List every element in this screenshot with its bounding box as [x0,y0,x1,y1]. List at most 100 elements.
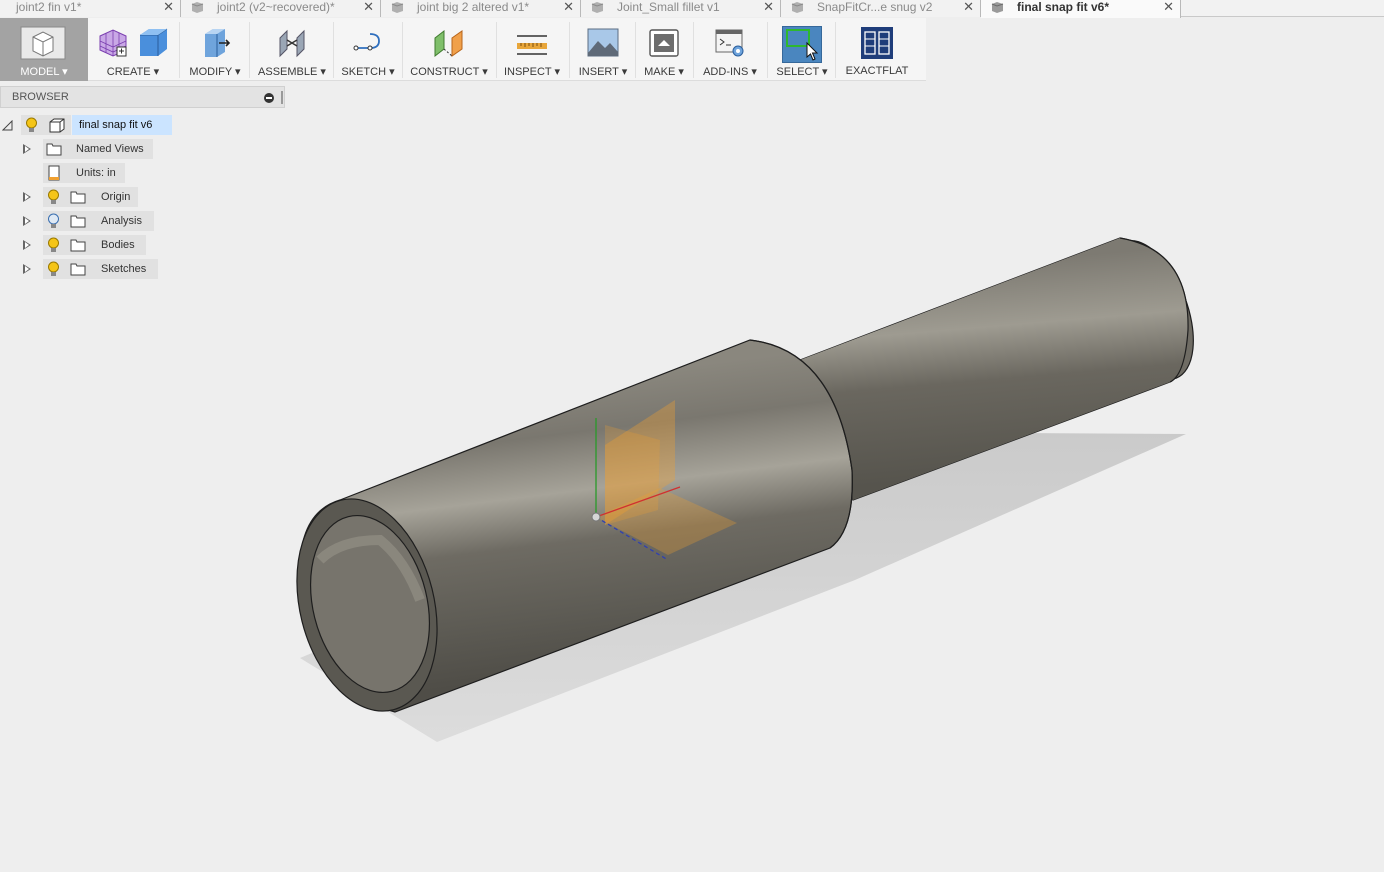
separator [635,22,636,78]
lightbulb-icon[interactable] [47,261,60,277]
folder-icon [70,191,86,204]
inspect-label: INSPECT ▾ [503,66,561,78]
expand-icon[interactable] [23,264,31,274]
assemble-menu[interactable]: ASSEMBLE ▾ [253,18,331,80]
tab-document-icon [191,2,204,13]
offset-plane-icon [434,29,463,58]
expand-icon[interactable] [23,192,31,202]
exactflat-label: EXACTFLAT [845,65,909,77]
separator [249,22,250,78]
construct-label: CONSTRUCT ▾ [410,66,488,78]
construct-menu[interactable]: CONSTRUCT ▾ [406,18,492,80]
separator [569,22,570,78]
lightbulb-icon[interactable] [25,117,38,133]
joint-icon [279,29,305,58]
tab-close-icon[interactable]: ✕ [963,0,974,13]
expand-icon[interactable] [23,144,31,154]
add-ins-menu[interactable]: ADD-INS ▾ [697,18,763,80]
press-pull-icon [205,29,231,57]
scripts-icon [715,29,744,57]
viewport-canvas[interactable] [0,82,1384,872]
tab-joint2-recovered[interactable]: joint2 (v2~recovered)* ✕ [181,0,381,17]
component-icon [49,118,65,133]
folder-icon [70,239,86,252]
lightbulb-icon[interactable] [47,189,60,205]
measure-icon [517,35,547,55]
exactflat-icon [861,27,893,59]
tab-label: Joint_Small fillet v1 [617,0,720,14]
folder-icon [46,143,62,156]
tab-joint2-fin[interactable]: joint2 fin v1* ✕ [0,0,181,17]
select-menu[interactable]: SELECT ▾ [771,18,833,80]
document-tab-bar: joint2 fin v1* ✕ joint2 (v2~recovered)* … [0,0,1384,18]
insert-menu[interactable]: INSERT ▾ [573,18,633,80]
panel-grip-handle[interactable] [281,91,283,104]
folder-icon [70,263,86,276]
browser-header: BROWSER [0,86,285,108]
browser-item-named-views[interactable]: Named Views [0,139,160,159]
insert-label: INSERT ▾ [578,66,628,78]
inspect-menu[interactable]: INSPECT ▾ [500,18,564,80]
model-label: MODEL ▾ [20,66,68,78]
lightbulb-icon[interactable] [47,213,60,229]
tab-close-icon[interactable]: ✕ [563,0,574,13]
exactflat-button[interactable]: EXACTFLAT [840,18,914,80]
make-label: MAKE ▾ [644,66,684,78]
sketch-label: SKETCH ▾ [341,66,395,78]
browser-root-node[interactable]: final snap fit v6 [0,115,180,135]
tab-label: joint2 (v2~recovered)* [217,0,335,14]
browser-item-origin[interactable]: Origin [0,187,145,207]
browser-item-units[interactable]: Units: in [0,163,130,183]
item-label: Named Views [76,143,144,155]
collapse-icon[interactable] [264,93,274,103]
modify-label: MODIFY ▾ [189,66,241,78]
sketch-menu[interactable]: SKETCH ▾ [336,18,400,80]
browser-title: BROWSER [12,91,69,103]
tab-close-icon[interactable]: ✕ [763,0,774,13]
tab-label: joint big 2 altered v1* [417,0,530,14]
assemble-label: ASSEMBLE ▾ [258,66,326,78]
browser-item-sketches[interactable]: Sketches [0,259,160,279]
tab-document-icon [791,2,804,13]
box-icon [140,28,168,56]
create-menu[interactable]: CREATE ▾ [92,18,174,80]
separator [767,22,768,78]
root-label: final snap fit v6 [79,119,153,131]
units-doc-icon [48,165,60,181]
collapse-triangle-icon[interactable] [2,120,13,131]
tab-joint-small-fillet[interactable]: Joint_Small fillet v1 ✕ [581,0,781,17]
tab-final-snap-fit[interactable]: final snap fit v6* ✕ [981,0,1181,18]
canvas-image-icon [587,28,619,57]
tab-document-icon [991,2,1004,13]
make-menu[interactable]: MAKE ▾ [638,18,690,80]
select-label: SELECT ▾ [776,66,828,78]
print-3d-icon [649,29,679,57]
browser-item-bodies[interactable]: Bodies [0,235,150,255]
tab-label: final snap fit v6* [1017,0,1110,14]
tab-document-icon [591,2,604,13]
item-label: Analysis [101,215,142,227]
expand-icon[interactable] [23,240,31,250]
separator [402,22,403,78]
origin-point[interactable] [591,512,601,522]
model-workspace-button[interactable]: MODEL ▾ [0,18,88,81]
sketch-line-icon [353,33,380,51]
create-label: CREATE ▾ [106,66,160,78]
separator [179,22,180,78]
tab-close-icon[interactable]: ✕ [163,0,174,13]
separator [496,22,497,78]
tab-label: joint2 fin v1* [16,0,82,14]
select-window-icon [786,29,819,61]
separator [835,22,836,78]
separator [333,22,334,78]
create-sketch-grid-icon [99,29,127,57]
modify-menu[interactable]: MODIFY ▾ [184,18,246,80]
tab-joint-big-2[interactable]: joint big 2 altered v1* ✕ [381,0,581,17]
expand-icon[interactable] [23,216,31,226]
browser-item-analysis[interactable]: Analysis [0,211,160,231]
lightbulb-icon[interactable] [47,237,60,253]
tab-close-icon[interactable]: ✕ [1163,0,1174,13]
tab-close-icon[interactable]: ✕ [363,0,374,13]
tab-snapfit-snug[interactable]: SnapFitCr...e snug v2 ✕ [781,0,981,17]
item-label: Units: in [76,167,116,179]
